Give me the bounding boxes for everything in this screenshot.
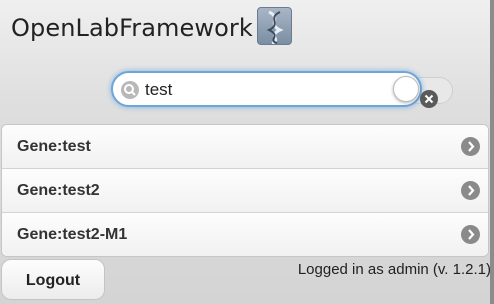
chevron-right-icon xyxy=(461,137,480,156)
list-item-label: Gene:test2 xyxy=(17,182,100,199)
list-item[interactable]: Gene:test2-M1 xyxy=(2,213,488,256)
chevron-right-icon xyxy=(461,181,480,200)
dna-helix-icon xyxy=(257,7,292,45)
list-item-label: Gene:test2-M1 xyxy=(17,226,128,243)
toggle-knob[interactable] xyxy=(393,76,419,102)
search-bar xyxy=(111,71,422,107)
clear-icon[interactable] xyxy=(420,90,438,108)
login-status: Logged in as admin (v. 1.2.1) xyxy=(297,261,491,278)
scrollbar[interactable] xyxy=(490,0,494,304)
list-item-label: Gene:test xyxy=(17,138,91,155)
chevron-right-icon xyxy=(461,225,480,244)
list-item[interactable]: Gene:test xyxy=(2,125,488,169)
results-list: Gene:test Gene:test2 Gene:test2-M1 xyxy=(1,124,489,257)
list-item[interactable]: Gene:test2 xyxy=(2,169,488,213)
search-icon xyxy=(121,81,139,99)
app-title: OpenLabFramework xyxy=(11,14,253,42)
search-input[interactable] xyxy=(145,80,385,100)
logout-button[interactable]: Logout xyxy=(1,259,105,300)
